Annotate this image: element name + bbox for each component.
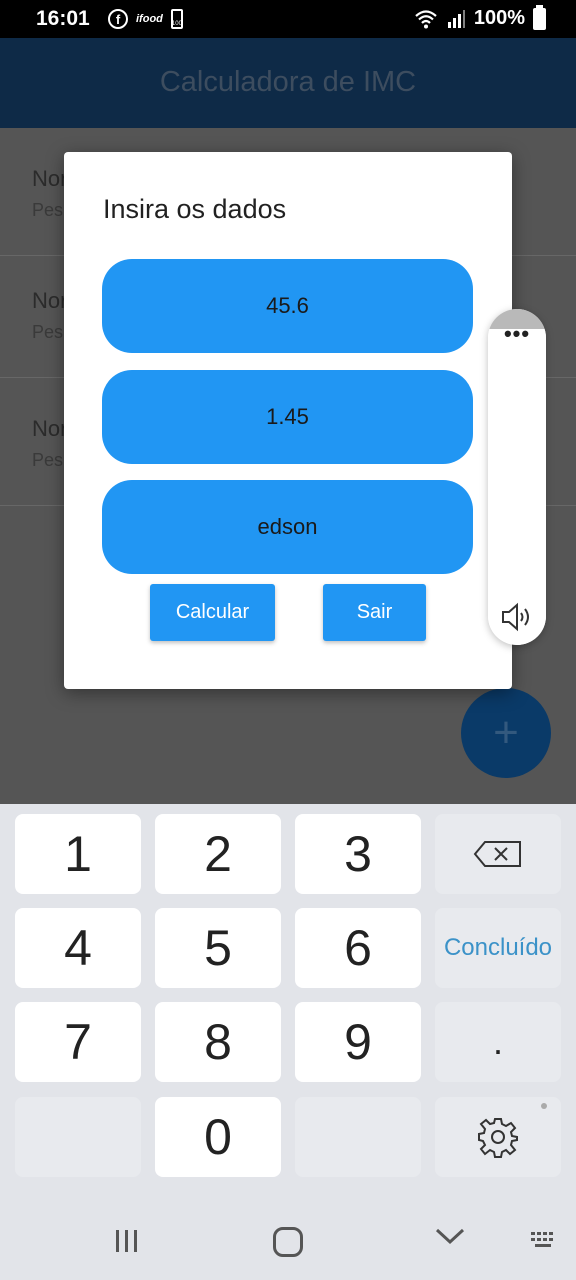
add-button[interactable]: + — [461, 688, 551, 778]
key-5[interactable]: 5 — [155, 908, 281, 988]
sair-button[interactable]: Sair — [323, 584, 426, 641]
dialog-title: Insira os dados — [103, 194, 287, 224]
notification-icons: f ifood 100 — [108, 9, 183, 29]
status-bar: 16:01 f ifood 100 100% — [0, 0, 576, 38]
key-6[interactable]: 6 — [295, 908, 421, 988]
list-item-weight: Pes — [32, 322, 64, 342]
wifi-icon — [415, 9, 437, 28]
app-bar: Calculadora de IMC — [0, 38, 576, 128]
list-item-weight: Pes — [32, 200, 64, 220]
list-item-weight: Pes — [32, 450, 64, 470]
dot-key[interactable]: . — [435, 1002, 561, 1082]
signal-icon — [447, 9, 465, 28]
keyboard-icon[interactable] — [530, 1230, 558, 1250]
key-4[interactable]: 4 — [15, 908, 141, 988]
add-icon: + — [493, 708, 519, 757]
key-0[interactable]: 0 — [155, 1097, 281, 1177]
backspace-icon — [473, 841, 521, 867]
list-item-name: Nor — [32, 288, 68, 313]
ifood-icon: ifood — [136, 13, 163, 25]
system-icons: 100% — [414, 4, 546, 30]
speaker-icon[interactable] — [500, 602, 534, 632]
key-8[interactable]: 8 — [155, 1002, 281, 1082]
empty-key — [15, 1097, 141, 1177]
battery-icon — [533, 4, 546, 30]
empty-key — [295, 1097, 421, 1177]
indicator-dot — [541, 1103, 547, 1109]
navigation-bar — [0, 1200, 576, 1280]
more-options-icon[interactable]: ••• — [488, 323, 546, 345]
battery-small-icon: 100 — [170, 9, 183, 29]
back-icon[interactable] — [434, 1226, 466, 1246]
key-7[interactable]: 7 — [15, 1002, 141, 1082]
key-3[interactable]: 3 — [295, 814, 421, 894]
key-2[interactable]: 2 — [155, 814, 281, 894]
list-item-name: Nor — [32, 166, 68, 191]
name-field[interactable]: edson — [102, 480, 473, 574]
app-title: Calculadora de IMC — [159, 66, 417, 98]
key-9[interactable]: 9 — [295, 1002, 421, 1082]
key-1[interactable]: 1 — [15, 814, 141, 894]
backspace-key[interactable] — [435, 814, 561, 894]
list-item-name: Nor — [32, 416, 68, 441]
weight-field[interactable]: 45.6 — [102, 259, 473, 353]
settings-key[interactable] — [435, 1097, 561, 1177]
height-field[interactable]: 1.45 — [102, 370, 473, 464]
numeric-keyboard: 1 2 3 4 5 6 Concluído 7 8 9 . 0 — [0, 804, 576, 1200]
input-dialog: Insira os dados 45.6 1.45 edson Calcular… — [64, 152, 512, 689]
settings-icon — [478, 1118, 518, 1158]
done-key[interactable]: Concluído — [435, 908, 561, 988]
volume-slider[interactable] — [488, 329, 546, 645]
facebook-icon: f — [108, 9, 128, 29]
recent-apps-icon[interactable] — [113, 1228, 141, 1254]
volume-panel[interactable]: ••• — [488, 309, 546, 645]
home-icon[interactable] — [273, 1227, 303, 1257]
calcular-button[interactable]: Calcular — [150, 584, 275, 641]
status-time: 16:01 — [36, 7, 90, 30]
battery-percent: 100% — [473, 7, 525, 29]
